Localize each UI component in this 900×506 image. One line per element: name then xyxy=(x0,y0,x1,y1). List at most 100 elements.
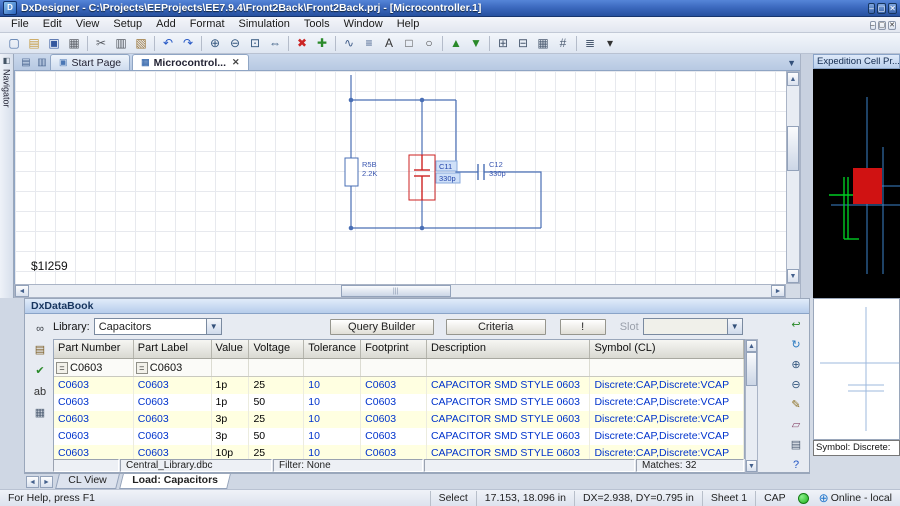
mdi-close-button[interactable]: ✕ xyxy=(888,21,896,30)
mdi-minimize-button[interactable]: – xyxy=(869,21,876,30)
zoom-in-icon[interactable]: ⊕ xyxy=(786,357,806,374)
minimize-button[interactable]: – xyxy=(868,3,875,14)
print-icon[interactable]: ▦ xyxy=(64,34,84,53)
menu-view[interactable]: View xyxy=(69,17,107,32)
equals-operator-button[interactable]: = xyxy=(56,361,68,374)
column-header-symbol-cl-[interactable]: Symbol (CL) xyxy=(590,340,745,358)
tab-microcontroller[interactable]: ▦ Microcontrol... ✕ xyxy=(132,54,249,70)
menu-setup[interactable]: Setup xyxy=(106,17,149,32)
criteria-button[interactable]: Criteria xyxy=(445,318,546,335)
close-tab-icon[interactable]: ✕ xyxy=(232,57,240,68)
capacitor-c12[interactable]: C12 330p xyxy=(477,160,506,180)
place-symbol-icon[interactable]: ↩ xyxy=(786,317,806,334)
zoom-in-icon[interactable]: ⊕ xyxy=(205,34,225,53)
library-select[interactable]: Capacitors ▼ xyxy=(93,318,222,335)
column-header-part-number[interactable]: Part Number xyxy=(54,340,134,358)
scroll-up-icon[interactable]: ▲ xyxy=(746,340,757,352)
tab-scroll-right-icon[interactable]: ► xyxy=(40,475,53,488)
mdi-restore-button[interactable]: ▢ xyxy=(877,21,887,30)
menu-add[interactable]: Add xyxy=(149,17,183,32)
help-icon[interactable]: ? xyxy=(786,457,806,474)
circle-icon[interactable]: ○ xyxy=(419,34,439,53)
bus-icon[interactable]: ≡ xyxy=(359,34,379,53)
cut-icon[interactable]: ✂ xyxy=(91,34,111,53)
undo-icon[interactable]: ↶ xyxy=(158,34,178,53)
refresh-icon[interactable]: ↻ xyxy=(786,337,806,354)
scroll-down-icon[interactable]: ▼ xyxy=(746,460,757,472)
scroll-thumb[interactable] xyxy=(746,352,757,386)
filter-cell[interactable] xyxy=(249,359,305,376)
delete-icon[interactable]: ✖ xyxy=(292,34,312,53)
close-button[interactable]: ✕ xyxy=(888,3,897,14)
apply-filter-button[interactable]: ! xyxy=(559,318,606,335)
scroll-left-icon[interactable]: ◄ xyxy=(15,285,29,297)
new-tab-icon[interactable]: ▥ xyxy=(35,56,49,69)
redo-icon[interactable]: ↷ xyxy=(178,34,198,53)
menu-window[interactable]: Window xyxy=(337,17,390,32)
column-header-footprint[interactable]: Footprint xyxy=(361,340,427,358)
scroll-up-icon[interactable]: ▲ xyxy=(787,72,799,86)
filter-cell[interactable]: = C0603 xyxy=(134,359,212,376)
table-vertical-scrollbar[interactable]: ▲ ▼ xyxy=(745,339,758,473)
text-icon[interactable]: A xyxy=(379,34,399,53)
zoom-fit-icon[interactable]: ⊡ xyxy=(245,34,265,53)
new-icon[interactable]: ▢ xyxy=(4,34,24,53)
eraser-icon[interactable]: ▱ xyxy=(786,417,806,434)
column-header-voltage[interactable]: Voltage xyxy=(249,340,305,358)
zoom-out-icon[interactable]: ⊖ xyxy=(225,34,245,53)
pencil-icon[interactable]: ✎ xyxy=(786,397,806,414)
pan-icon[interactable]: ⇔ xyxy=(265,34,285,53)
scroll-track[interactable] xyxy=(787,86,799,269)
tab-list-icon[interactable]: ▤ xyxy=(19,56,33,69)
net-label[interactable]: $1I259 xyxy=(31,259,68,273)
tab-cl-view[interactable]: CL View xyxy=(55,474,120,489)
table-row[interactable]: C0603 C0603 3p 25 10 C0603 CAPACITOR SMD STYLE… xyxy=(54,411,745,428)
paste-icon[interactable]: ▧ xyxy=(131,34,151,53)
filter-cell[interactable] xyxy=(590,359,744,376)
ab-text-icon[interactable]: ab xyxy=(30,384,50,401)
chip-icon[interactable]: ▤ xyxy=(786,437,806,454)
rectangle-icon[interactable]: □ xyxy=(399,34,419,53)
title-bar[interactable]: D DxDesigner - C:\Projects\EEProjects\EE… xyxy=(0,0,900,17)
maximize-button[interactable]: ▢ xyxy=(876,3,887,14)
tab-start-page[interactable]: ▣ Start Page xyxy=(50,54,131,70)
filter-cell[interactable] xyxy=(427,359,591,376)
horizontal-scrollbar[interactable]: ◄ ||| ► xyxy=(14,284,786,298)
scroll-down-icon[interactable]: ▼ xyxy=(787,269,799,283)
table-row[interactable]: C0603 C0603 1p 25 10 C0603 CAPACITOR SMD STYLE… xyxy=(54,377,745,394)
menu-tools[interactable]: Tools xyxy=(297,17,337,32)
scroll-thumb[interactable]: ||| xyxy=(340,285,451,297)
cell-preview-canvas[interactable] xyxy=(813,69,900,298)
capacitor-c11-selected[interactable]: C11 330p xyxy=(408,154,461,201)
menu-edit[interactable]: Edit xyxy=(36,17,69,32)
properties-icon[interactable]: ≣ xyxy=(580,34,600,53)
menu-file[interactable]: File xyxy=(4,17,36,32)
equals-operator-button[interactable]: = xyxy=(135,361,148,374)
databook-title-bar[interactable]: DxDataBook xyxy=(25,299,809,314)
tab-overflow-icon[interactable]: ▼ xyxy=(787,58,796,68)
open-icon[interactable]: ▤ xyxy=(24,34,44,53)
vertical-scrollbar[interactable]: ▲ ▼ xyxy=(786,71,800,284)
column-header-value[interactable]: Value xyxy=(212,340,250,358)
menu-format[interactable]: Format xyxy=(183,17,232,32)
table-row[interactable]: C0603 C0603 1p 50 10 C0603 CAPACITOR SMD STYLE… xyxy=(54,394,745,411)
column-header-description[interactable]: Description xyxy=(427,340,591,358)
filter-cell[interactable]: = C0603 xyxy=(54,359,134,376)
panel-splitter[interactable] xyxy=(800,54,813,298)
filter-cell[interactable] xyxy=(304,359,362,376)
scroll-track[interactable]: ||| xyxy=(29,285,771,297)
copy-icon[interactable]: ▥ xyxy=(111,34,131,53)
grid-view-icon[interactable]: ▦ xyxy=(30,405,50,422)
navigator-side-tab[interactable]: ◧ Navigator xyxy=(0,54,14,298)
distribute-icon[interactable]: ▦ xyxy=(533,34,553,53)
query-builder-button[interactable]: Query Builder xyxy=(329,318,434,335)
schematic-canvas[interactable]: R5B 2.2K C11 330p C12 330p $1I259 xyxy=(14,71,786,284)
align-icon[interactable]: ⊟ xyxy=(513,34,533,53)
scroll-track[interactable] xyxy=(746,352,757,460)
snap-icon[interactable]: # xyxy=(553,34,573,53)
export-icon[interactable]: ▤ xyxy=(30,342,50,359)
cell-preview-header[interactable]: Expedition Cell Pr... xyxy=(813,54,900,69)
column-header-tolerance[interactable]: Tolerance xyxy=(304,340,362,358)
net-icon[interactable]: ∿ xyxy=(339,34,359,53)
tab-scroll-left-icon[interactable]: ◄ xyxy=(26,475,39,488)
